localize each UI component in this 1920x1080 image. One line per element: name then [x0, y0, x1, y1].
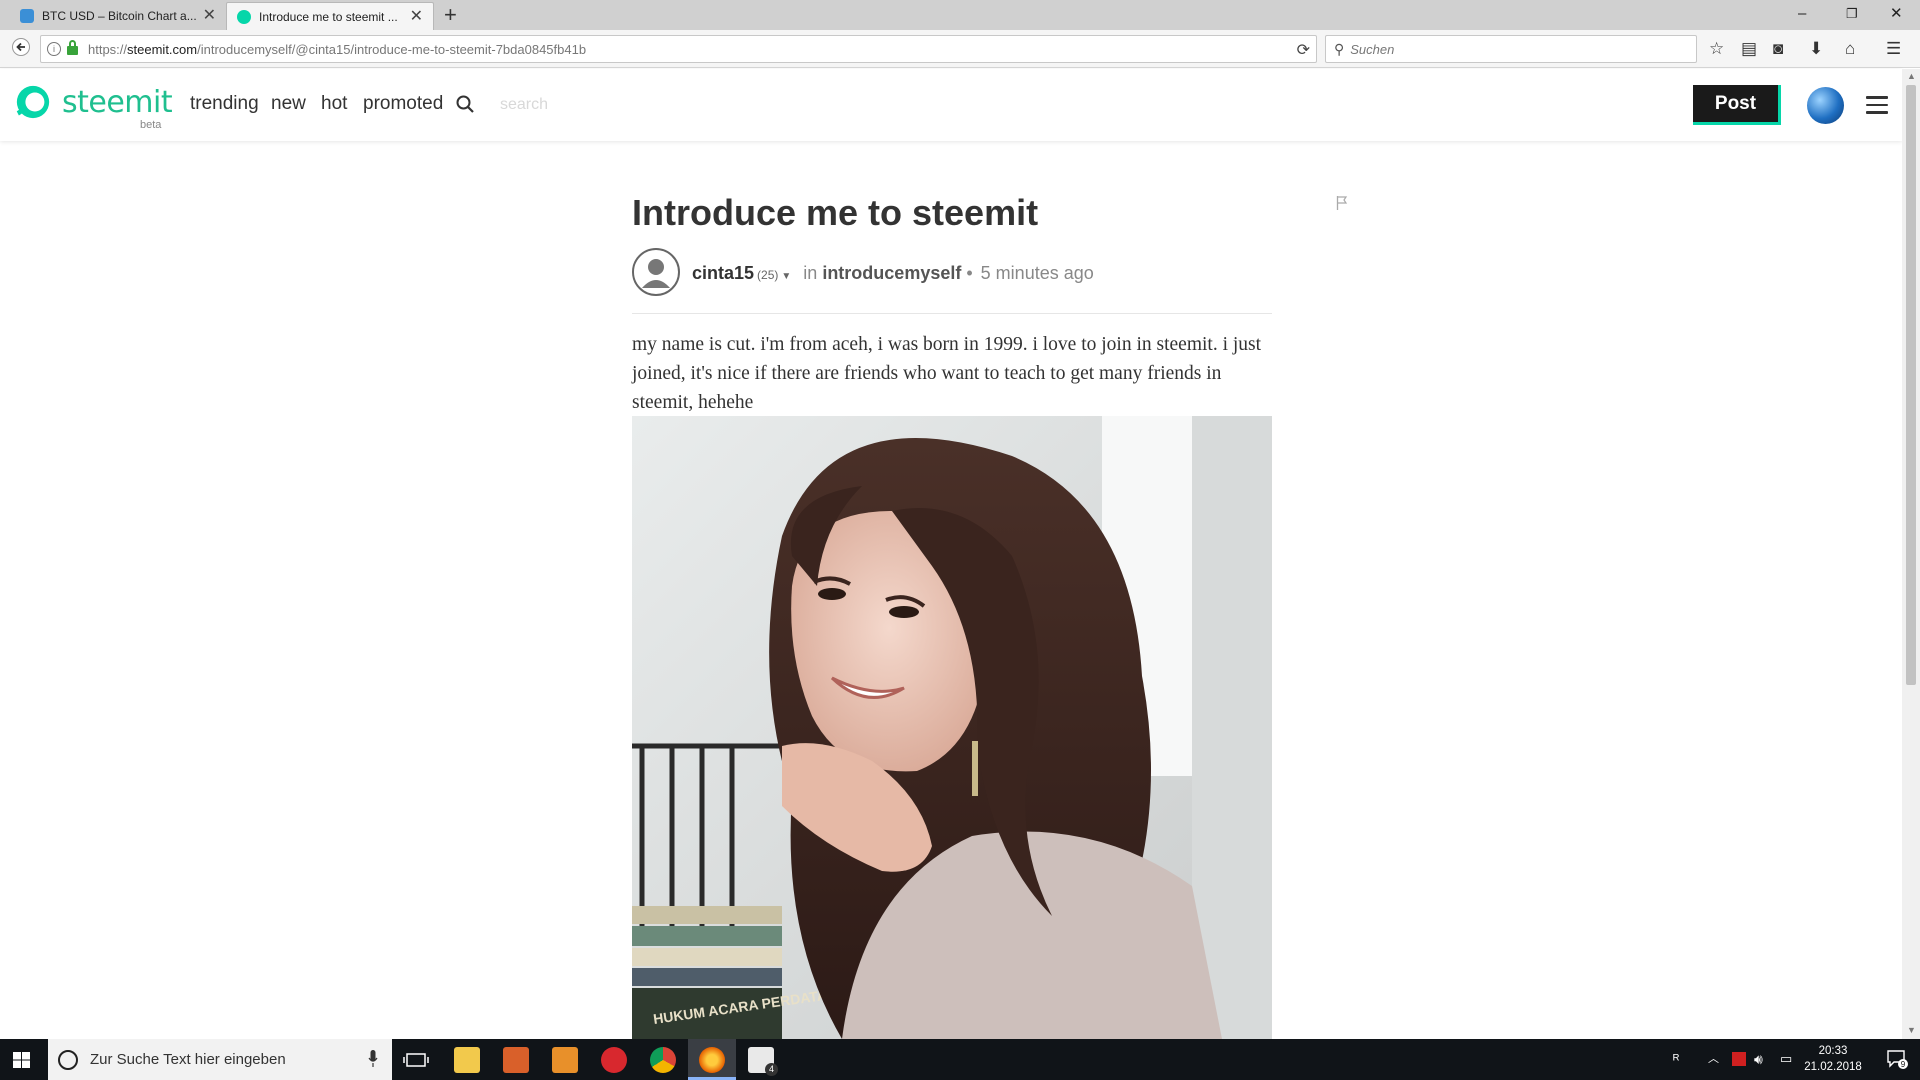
tab-btc-chart[interactable]: BTC USD – Bitcoin Chart a... ✕ — [10, 2, 226, 30]
home-icon[interactable]: ⌂ — [1845, 39, 1855, 59]
selfie-photo: HUKUM ACARA PERDATA — [632, 416, 1272, 1039]
browser-tab-bar: BTC USD – Bitcoin Chart a... ✕ Introduce… — [0, 0, 1920, 30]
browser-search-placeholder: Suchen — [1350, 41, 1395, 57]
nav-promoted[interactable]: promoted — [363, 93, 443, 115]
chart-favicon-icon — [20, 9, 34, 23]
microphone-icon[interactable] — [368, 1050, 378, 1068]
tab-title: BTC USD – Bitcoin Chart a... — [42, 9, 197, 23]
nav-trending[interactable]: trending — [190, 93, 259, 115]
info-icon[interactable]: i — [47, 42, 61, 56]
new-tab-icon[interactable]: + — [444, 3, 457, 27]
post-title: Introduce me to steemit — [632, 192, 1039, 233]
clock-time: 20:33 — [1818, 1045, 1848, 1057]
url-text: https://steemit.com/introducemyself/@cin… — [88, 41, 587, 57]
scrollbar-thumb[interactable] — [1906, 85, 1916, 685]
mail-badge: 4 — [765, 1063, 778, 1076]
flag-icon[interactable] — [1336, 196, 1348, 210]
close-icon[interactable]: ✕ — [203, 8, 216, 24]
author-dropdown-icon[interactable]: ▼ — [781, 271, 791, 282]
media-player-icon[interactable] — [552, 1047, 578, 1073]
star-bookmark-icon[interactable]: ☆ — [1709, 39, 1724, 59]
category-link[interactable]: introducemyself — [822, 263, 961, 284]
browser-search-bar[interactable]: ⚲ Suchen — [1325, 35, 1697, 63]
user-silhouette-icon — [642, 259, 670, 288]
steemit-logo[interactable]: steemit beta — [14, 83, 173, 131]
office-app-icon[interactable] — [503, 1047, 529, 1073]
post-timestamp: 5 minutes ago — [980, 263, 1094, 283]
network-icon[interactable]: ▭ — [1780, 1050, 1792, 1068]
post-meta: cinta15 (25) ▼ in introducemyself • 5 mi… — [692, 263, 1094, 284]
reading-list-icon[interactable]: ▤ — [1741, 39, 1757, 59]
taskbar-search-box[interactable]: Zur Suche Text hier eingeben — [48, 1039, 392, 1080]
close-window-icon[interactable]: ✕ — [1890, 4, 1903, 24]
post-image: HUKUM ACARA PERDATA — [632, 416, 1272, 1039]
file-explorer-icon[interactable] — [454, 1047, 480, 1073]
pocket-icon[interactable]: ◙ — [1773, 39, 1783, 59]
reload-icon[interactable]: ⟳ — [1297, 40, 1310, 60]
antivirus-icon[interactable] — [1732, 1052, 1746, 1066]
taskbar-clock[interactable]: 20:33 21.02.2018 — [1800, 1043, 1866, 1075]
back-arrow-icon[interactable] — [12, 38, 30, 61]
notification-count: 9 — [1901, 1060, 1906, 1069]
windows-start-icon[interactable] — [13, 1052, 30, 1068]
notification-center-icon[interactable]: 9 — [1886, 1049, 1908, 1069]
hamburger-menu-icon[interactable]: ☰ — [1886, 39, 1901, 59]
author-avatar[interactable] — [632, 248, 680, 296]
user-avatar[interactable] — [1807, 87, 1844, 124]
chrome-icon[interactable] — [650, 1047, 676, 1073]
download-icon[interactable]: ⬇ — [1809, 39, 1823, 59]
app-launcher-icon[interactable] — [601, 1047, 627, 1073]
search-icon[interactable] — [456, 95, 474, 113]
browser-nav-bar: i https://steemit.com/introducemyself/@c… — [0, 30, 1920, 68]
tab-steemit[interactable]: Introduce me to steemit ... ✕ — [226, 2, 434, 30]
scroll-up-icon[interactable]: ▲ — [1907, 71, 1916, 81]
clock-date: 21.02.2018 — [1804, 1061, 1862, 1073]
post-button[interactable]: Post — [1693, 85, 1781, 125]
windows-taskbar: Zur Suche Text hier eingeben 4 ᴿ ︿ 🔊︎ ▭ … — [0, 1039, 1920, 1080]
scroll-down-icon[interactable]: ▼ — [1907, 1025, 1916, 1035]
task-view-icon[interactable] — [403, 1047, 429, 1073]
volume-icon[interactable]: 🔊︎ — [1754, 1050, 1763, 1068]
mail-icon[interactable]: 4 — [748, 1047, 778, 1076]
taskbar-search-placeholder: Zur Suche Text hier eingeben — [90, 1051, 286, 1068]
steemit-logo-icon — [16, 85, 50, 119]
url-bar[interactable]: i https://steemit.com/introducemyself/@c… — [40, 35, 1317, 63]
nav-new[interactable]: new — [271, 93, 306, 115]
steemit-favicon-icon — [237, 9, 251, 24]
tray-expand-icon[interactable]: ︿ — [1708, 1050, 1719, 1068]
author-reputation: (25) — [757, 268, 779, 282]
logo-wordmark: steemit — [62, 84, 173, 120]
post-body: my name is cut. i'm from aceh, i was bor… — [632, 334, 1262, 413]
nav-hot[interactable]: hot — [321, 93, 347, 115]
close-icon[interactable]: ✕ — [410, 8, 423, 25]
meta-separator: • — [966, 263, 973, 283]
cortana-icon — [58, 1049, 78, 1070]
lock-icon — [67, 40, 78, 55]
minimize-icon[interactable]: – — [1798, 4, 1806, 24]
people-icon[interactable]: ᴿ — [1673, 1050, 1679, 1068]
page-scrollbar[interactable]: ▲ ▼ — [1902, 69, 1920, 1039]
site-search-input[interactable] — [500, 91, 700, 119]
logo-beta: beta — [140, 119, 162, 131]
site-header: steemit beta trending new hot promoted P… — [0, 69, 1902, 141]
restore-icon[interactable]: ❐ — [1846, 4, 1858, 24]
search-icon: ⚲ — [1334, 40, 1345, 57]
tab-title: Introduce me to steemit ... — [259, 9, 398, 24]
in-label: in — [803, 263, 818, 283]
firefox-icon[interactable] — [699, 1047, 725, 1073]
meta-divider — [632, 313, 1272, 314]
author-link[interactable]: cinta15 — [692, 263, 754, 284]
hamburger-menu-icon[interactable] — [1866, 96, 1888, 114]
